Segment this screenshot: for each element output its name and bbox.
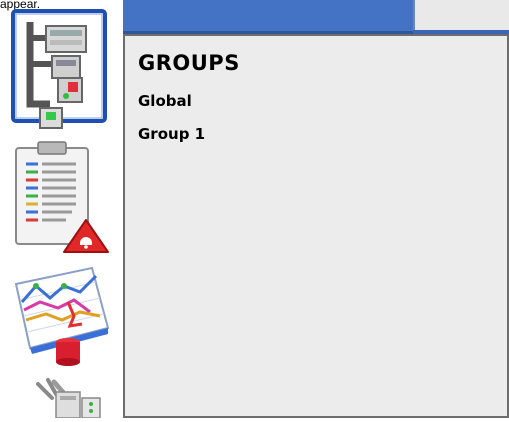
tab-inactive[interactable] [413,0,509,30]
network-diagram-icon[interactable] [10,8,112,132]
groups-panel: GROUPS Global Group 1 [123,34,509,418]
trend-chart-database-icon[interactable] [10,262,114,370]
tab-bar [123,0,509,34]
group-item-global[interactable]: Global [138,92,192,110]
tools-device-icon[interactable] [34,376,104,419]
tab-active[interactable] [123,0,413,34]
group-item-group-1[interactable]: Group 1 [138,125,205,143]
panel-title: GROUPS [138,51,240,75]
alarm-checklist-icon[interactable] [12,140,112,254]
sidebar [0,0,118,419]
